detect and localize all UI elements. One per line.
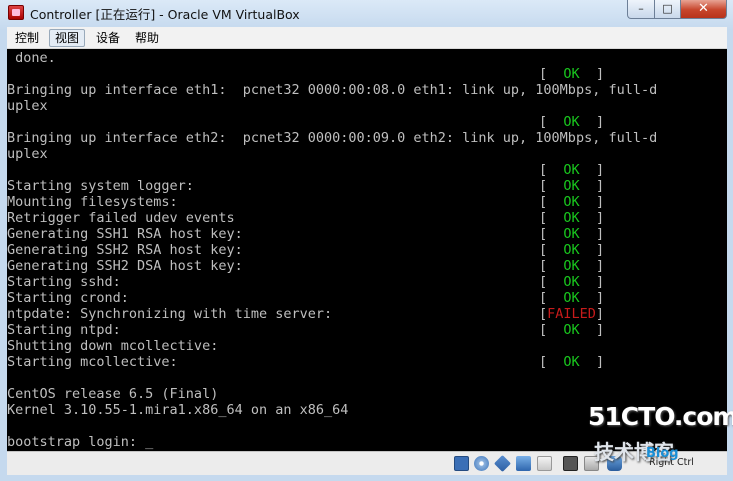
console-line: Generating SSH2 DSA host key:: [7, 258, 243, 274]
console-line: Mounting filesystems:: [7, 194, 178, 210]
menu-devices[interactable]: 设备: [91, 29, 125, 47]
status-ok: [ OK ]: [539, 210, 605, 226]
optical-drive-icon[interactable]: [474, 456, 489, 471]
console-line: Bringing up interface eth1: pcnet32 0000…: [7, 82, 658, 98]
title-bar[interactable]: Controller [正在运行] - Oracle VM VirtualBox…: [0, 0, 733, 25]
console-line: Starting mcollective:: [7, 354, 178, 370]
console-line: uplex: [7, 98, 48, 114]
menu-view[interactable]: 视图: [49, 29, 86, 47]
menu-control[interactable]: 控制: [10, 29, 44, 47]
hard-disk-icon[interactable]: [454, 456, 469, 471]
display-icon[interactable]: [563, 456, 578, 471]
console-line: uplex: [7, 146, 48, 162]
console-line: Starting sshd:: [7, 274, 121, 290]
status-ok: [ OK ]: [539, 178, 605, 194]
console-line: Kernel 3.10.55-1.mira1.x86_64 on an x86_…: [7, 402, 349, 418]
menu-bar: 控制 视图 设备 帮助: [7, 27, 727, 49]
console-line: Shutting down mcollective:: [7, 338, 219, 354]
close-button[interactable]: ✕: [680, 0, 727, 19]
maximize-button[interactable]: □: [654, 0, 681, 19]
console-line: CentOS release 6.5 (Final): [7, 386, 219, 402]
status-ok: [ OK ]: [539, 322, 605, 338]
console-line: bootstrap login: _: [7, 434, 154, 450]
console-line: Starting ntpd:: [7, 322, 121, 338]
status-ok: [ OK ]: [539, 354, 605, 370]
console-line: done.: [7, 50, 56, 66]
vm-console[interactable]: done. Bringing up interface eth1: pcnet3…: [7, 49, 727, 451]
status-failed: [FAILED]: [539, 306, 605, 322]
status-ok: [ OK ]: [539, 194, 605, 210]
status-ok: [ OK ]: [539, 162, 605, 178]
shared-folder-icon[interactable]: [537, 456, 552, 471]
network-icon[interactable]: [516, 456, 531, 471]
watermark: 51CTO.com 技术博客 Blog: [588, 402, 733, 470]
console-line: Starting system logger:: [7, 178, 194, 194]
status-ok: [ OK ]: [539, 274, 605, 290]
status-ok: [ OK ]: [539, 226, 605, 242]
status-ok: [ OK ]: [539, 114, 605, 130]
console-line: Generating SSH1 RSA host key:: [7, 226, 243, 242]
usb-icon[interactable]: [494, 455, 511, 472]
watermark-brand: 51CTO.com: [588, 402, 733, 431]
console-line: Starting crond:: [7, 290, 129, 306]
window-title: Controller [正在运行] - Oracle VM VirtualBox: [30, 7, 300, 22]
status-ok: [ OK ]: [539, 258, 605, 274]
status-ok: [ OK ]: [539, 242, 605, 258]
status-ok: [ OK ]: [539, 66, 605, 82]
virtualbox-app-icon: [8, 5, 24, 20]
console-line: Bringing up interface eth2: pcnet32 0000…: [7, 130, 658, 146]
console-line: Generating SSH2 RSA host key:: [7, 242, 243, 258]
console-line: Retrigger failed udev events: [7, 210, 235, 226]
virtualbox-window: Controller [正在运行] - Oracle VM VirtualBox…: [0, 0, 733, 481]
watermark-blog: Blog: [646, 446, 679, 461]
status-ok: [ OK ]: [539, 290, 605, 306]
menu-help[interactable]: 帮助: [130, 29, 164, 47]
console-line: ntpdate: Synchronizing with time server:: [7, 306, 333, 322]
minimize-button[interactable]: –: [627, 0, 655, 19]
